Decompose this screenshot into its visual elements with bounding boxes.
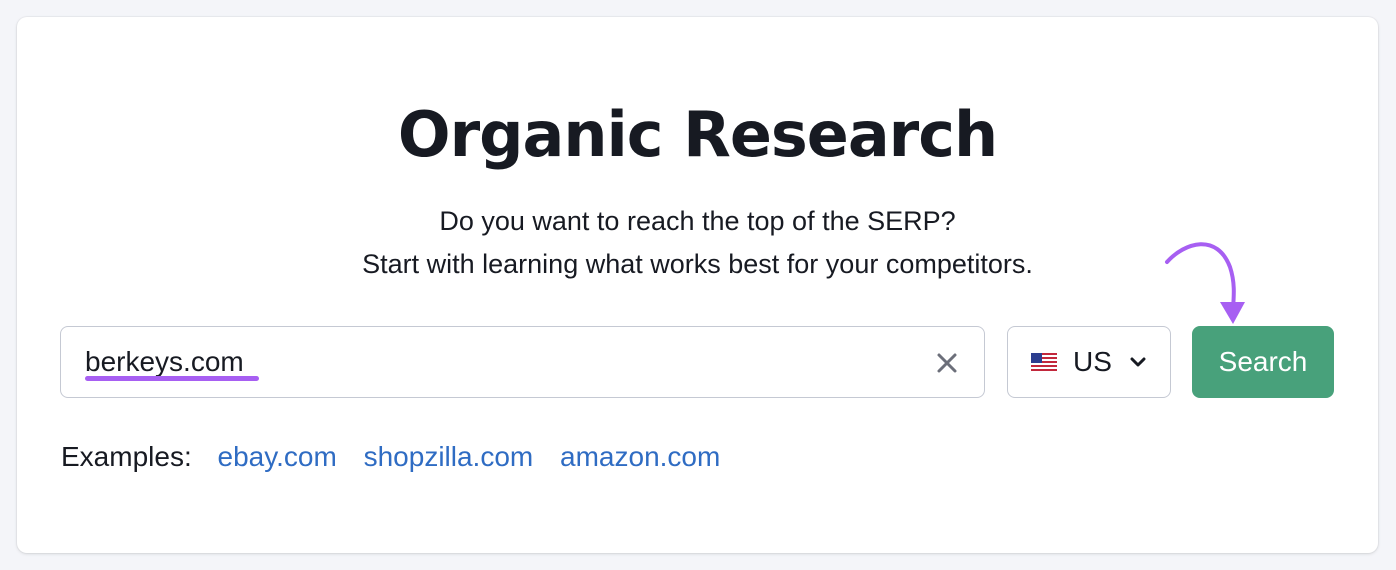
search-input-value[interactable]: berkeys.com — [85, 344, 244, 380]
close-icon[interactable] — [933, 349, 961, 377]
us-flag-icon — [1031, 353, 1057, 371]
domain-search-input[interactable]: berkeys.com — [60, 326, 985, 398]
chevron-down-icon — [1129, 355, 1147, 369]
country-label: US — [1073, 346, 1112, 377]
curved-arrow-icon — [1157, 237, 1247, 337]
examples-label: Examples: — [61, 441, 192, 472]
example-link-amazon[interactable]: amazon.com — [560, 441, 720, 472]
subtitle-line-1: Do you want to reach the top of the SERP… — [439, 206, 956, 236]
country-selector[interactable]: US — [1007, 326, 1171, 398]
highlight-underline — [85, 376, 259, 381]
page-title: Organic Research — [397, 98, 998, 171]
example-link-shopzilla[interactable]: shopzilla.com — [364, 441, 534, 472]
organic-research-card: Organic Research Do you want to reach th… — [17, 17, 1378, 553]
example-link-ebay[interactable]: ebay.com — [218, 441, 337, 472]
examples-row: Examples: ebay.com shopzilla.com amazon.… — [61, 439, 739, 475]
